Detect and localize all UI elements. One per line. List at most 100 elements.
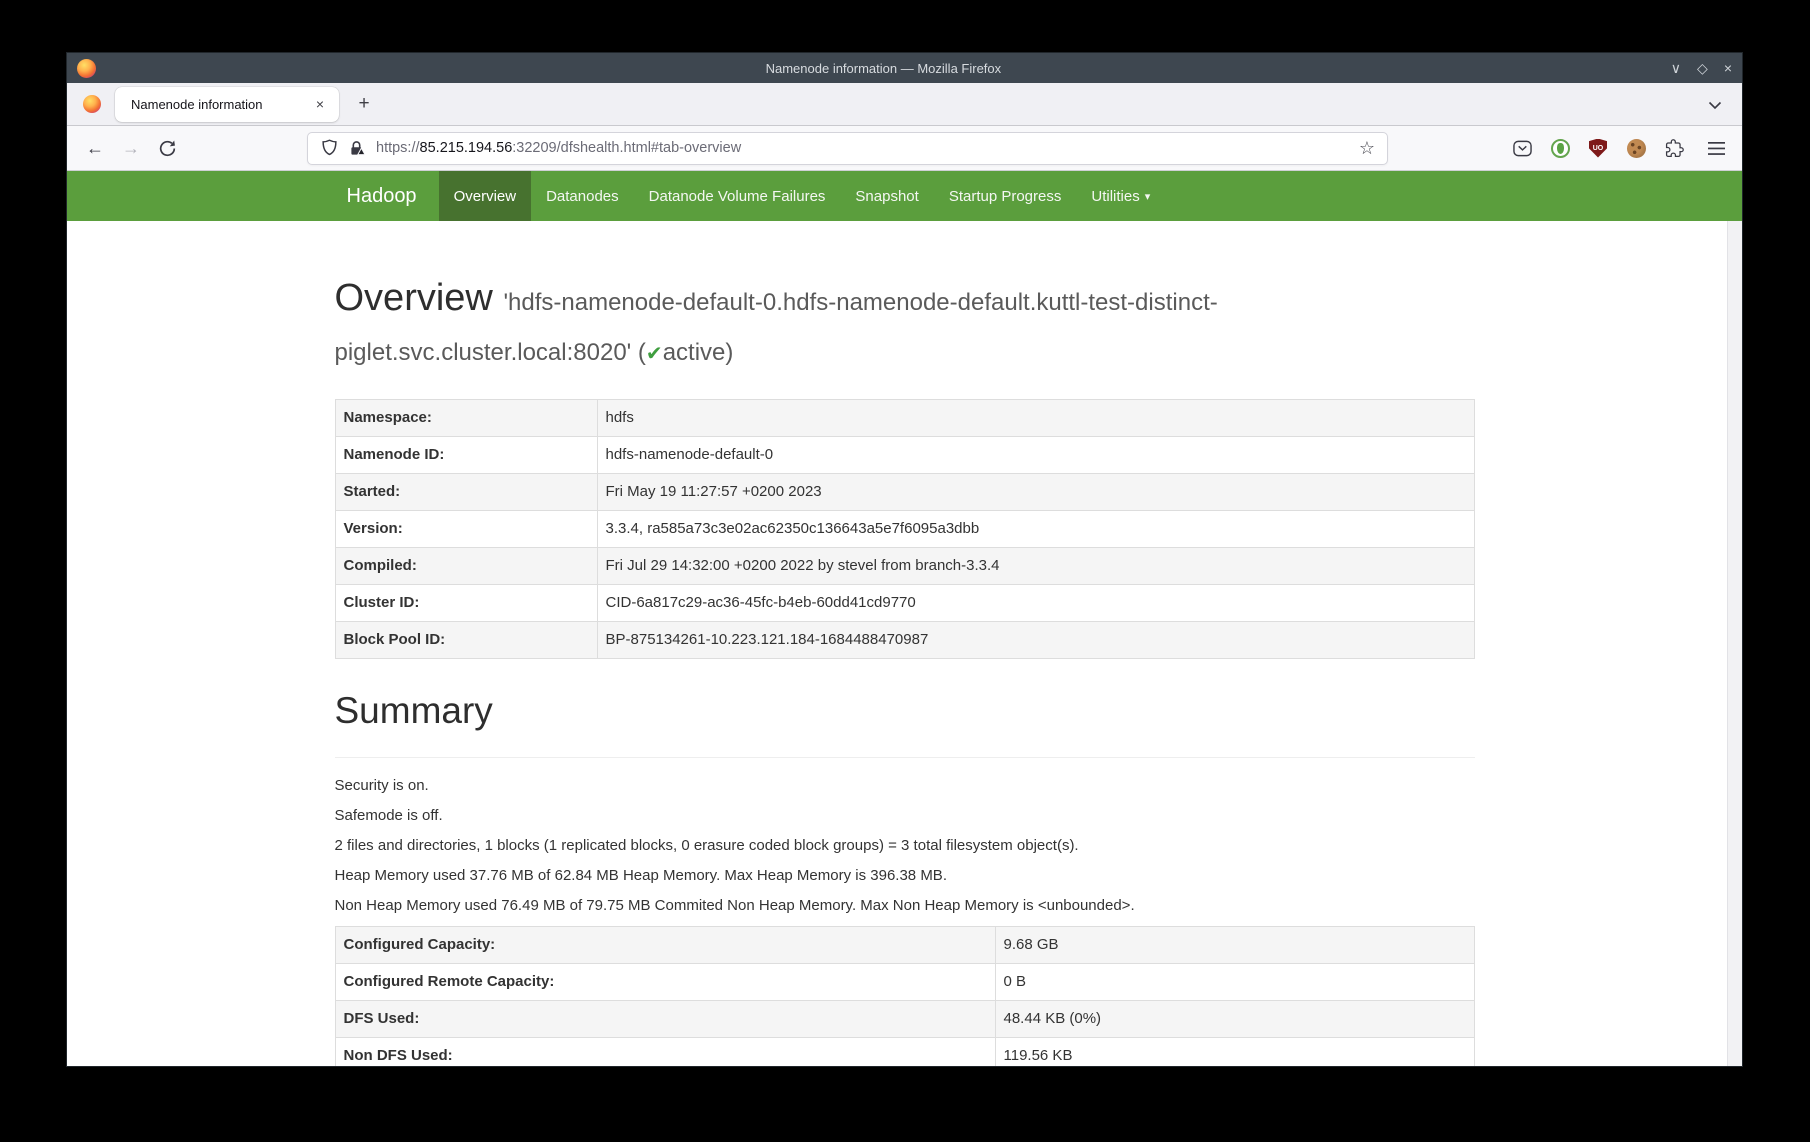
row-value: hdfs-namenode-default-0 [597, 437, 1474, 474]
table-row: Started:Fri May 19 11:27:57 +0200 2023 [335, 474, 1474, 511]
firefox-view-icon [83, 95, 101, 113]
row-label: Compiled: [335, 548, 597, 585]
reload-icon [159, 140, 176, 157]
puzzle-piece-icon [1665, 139, 1684, 158]
tab-close-icon[interactable]: × [309, 93, 331, 115]
url-path: :32209/dfshealth.html#tab-overview [512, 140, 741, 156]
overview-title: Overview [335, 277, 493, 319]
nav-tab-overview[interactable]: Overview [439, 171, 532, 221]
row-value: Fri Jul 29 14:32:00 +0200 2022 by stevel… [597, 548, 1474, 585]
table-row: Configured Capacity:9.68 GB [335, 927, 1474, 964]
status-open: ( [638, 339, 646, 366]
url-scheme: https:// [376, 140, 420, 156]
scrollbar[interactable] [1727, 221, 1742, 1066]
chevron-down-icon [1708, 101, 1722, 110]
row-label: Cluster ID: [335, 585, 597, 622]
utilities-label: Utilities [1091, 188, 1139, 205]
status-badge: active [663, 339, 726, 366]
summary-line: Heap Memory used 37.76 MB of 62.84 MB He… [335, 866, 1475, 886]
table-row: Configured Remote Capacity:0 B [335, 964, 1474, 1001]
browser-window: Namenode information — Mozilla Firefox ∨… [66, 52, 1743, 1067]
status-close: ) [725, 339, 733, 366]
tab-title: Namenode information [131, 97, 309, 112]
row-label: Non DFS Used: [335, 1038, 995, 1066]
page-content: Overview 'hdfs-namenode-default-0.hdfs-n… [67, 221, 1742, 1066]
nav-tab-startup-progress[interactable]: Startup Progress [934, 171, 1077, 221]
cookie-extension-button[interactable] [1622, 134, 1650, 162]
divider [335, 757, 1475, 758]
list-all-tabs-button[interactable] [1700, 90, 1730, 120]
caret-down-icon: ▾ [1145, 190, 1151, 203]
table-row: Block Pool ID:BP-875134261-10.223.121.18… [335, 622, 1474, 659]
row-value: 3.3.4, ra585a73c3e02ac62350c136643a5e7f6… [597, 511, 1474, 548]
table-row: Cluster ID:CID-6a817c29-ac36-45fc-b4eb-6… [335, 585, 1474, 622]
row-label: Namespace: [335, 400, 597, 437]
pocket-button[interactable] [1508, 134, 1536, 162]
firefox-logo-icon [77, 59, 96, 78]
window-title: Namenode information — Mozilla Firefox [96, 61, 1671, 76]
row-label: Block Pool ID: [335, 622, 597, 659]
summary-heading: Summary [335, 687, 1475, 735]
summary-line: Security is on. [335, 776, 1475, 796]
navigation-toolbar: ← → https://85.215.194.56:32209/df [67, 126, 1742, 171]
row-label: Started: [335, 474, 597, 511]
bookmark-star-icon[interactable]: ☆ [1355, 138, 1379, 159]
url-text: https://85.215.194.56:32209/dfshealth.ht… [376, 140, 1355, 156]
ublock-shield-icon: UO [1589, 139, 1607, 158]
table-row: Non DFS Used:119.56 KB [335, 1038, 1474, 1066]
summary-line: Safemode is off. [335, 806, 1475, 826]
ublock-origin-button[interactable]: UO [1584, 134, 1612, 162]
table-row: Namenode ID:hdfs-namenode-default-0 [335, 437, 1474, 474]
nav-tab-datanodes[interactable]: Datanodes [531, 171, 634, 221]
row-value: 119.56 KB [995, 1038, 1474, 1066]
firefox-view-button[interactable] [77, 89, 107, 119]
nav-dropdown-utilities[interactable]: Utilities ▾ [1076, 171, 1165, 221]
extension-green-button[interactable] [1546, 134, 1574, 162]
cookie-icon [1627, 139, 1646, 158]
summary-line: Non Heap Memory used 76.49 MB of 79.75 M… [335, 896, 1475, 916]
overview-heading: Overview 'hdfs-namenode-default-0.hdfs-n… [335, 273, 1475, 373]
back-button[interactable]: ← [79, 132, 111, 164]
minimize-button[interactable]: ∨ [1671, 61, 1681, 75]
tracking-protection-shield-icon[interactable] [321, 139, 338, 157]
table-row: Version:3.3.4, ra585a73c3e02ac62350c1366… [335, 511, 1474, 548]
row-label: Configured Remote Capacity: [335, 964, 995, 1001]
pocket-icon [1513, 140, 1532, 157]
row-value: 0 B [995, 964, 1474, 1001]
row-value: BP-875134261-10.223.121.184-168448847098… [597, 622, 1474, 659]
close-window-button[interactable]: × [1724, 61, 1732, 75]
nav-tab-datanode-volume-failures[interactable]: Datanode Volume Failures [634, 171, 841, 221]
tab-strip: Namenode information × + [67, 83, 1742, 126]
titlebar: Namenode information — Mozilla Firefox ∨… [67, 53, 1742, 83]
row-label: Version: [335, 511, 597, 548]
row-label: DFS Used: [335, 1001, 995, 1038]
reload-button[interactable] [151, 132, 183, 164]
url-host: 85.215.194.56 [420, 140, 513, 156]
maximize-button[interactable]: ◇ [1697, 61, 1708, 75]
nav-tab-snapshot[interactable]: Snapshot [840, 171, 933, 221]
extensions-button[interactable] [1660, 134, 1688, 162]
insecure-lock-warning-icon[interactable] [348, 140, 365, 157]
namenode-info-table: Namespace:hdfs Namenode ID:hdfs-namenode… [335, 399, 1475, 659]
row-value: hdfs [597, 400, 1474, 437]
row-label: Namenode ID: [335, 437, 597, 474]
table-row: DFS Used:48.44 KB (0%) [335, 1001, 1474, 1038]
url-bar[interactable]: https://85.215.194.56:32209/dfshealth.ht… [307, 132, 1388, 165]
row-value: 48.44 KB (0%) [995, 1001, 1474, 1038]
forward-button: → [115, 132, 147, 164]
new-tab-button[interactable]: + [349, 89, 379, 119]
green-extension-icon [1551, 139, 1570, 158]
table-row: Namespace:hdfs [335, 400, 1474, 437]
active-check-icon: ✔ [646, 343, 663, 365]
tab-namenode-information[interactable]: Namenode information × [115, 87, 339, 122]
row-value: 9.68 GB [995, 927, 1474, 964]
capacity-table: Configured Capacity:9.68 GB Configured R… [335, 926, 1475, 1066]
hadoop-brand[interactable]: Hadoop [335, 171, 431, 221]
summary-text: Security is on. Safemode is off. 2 files… [335, 776, 1475, 916]
row-value: Fri May 19 11:27:57 +0200 2023 [597, 474, 1474, 511]
menu-button[interactable] [1702, 134, 1730, 162]
hadoop-navbar: Hadoop Overview Datanodes Datanode Volum… [67, 171, 1742, 221]
row-value: CID-6a817c29-ac36-45fc-b4eb-60dd41cd9770 [597, 585, 1474, 622]
summary-line: 2 files and directories, 1 blocks (1 rep… [335, 836, 1475, 856]
table-row: Compiled:Fri Jul 29 14:32:00 +0200 2022 … [335, 548, 1474, 585]
